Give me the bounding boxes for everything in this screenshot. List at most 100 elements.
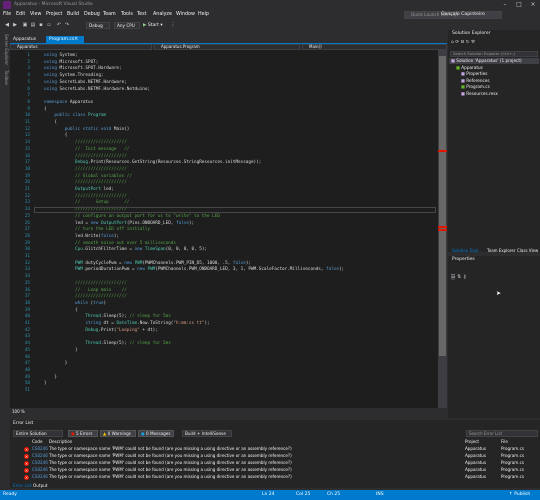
- error-row[interactable]: × CS0246 The type or namespace name 'PWM' …: [10, 453, 536, 459]
- code-line[interactable]: 39 {: [10, 308, 438, 314]
- tree-item[interactable]: ■ Solution 'Apparatus' (1 project): [449, 58, 539, 64]
- menu-help[interactable]: Help: [198, 12, 209, 17]
- code-line[interactable]: 41 string dt = DateTime.Now.ToString("h:…: [10, 321, 438, 327]
- alphabetical-icon[interactable]: ⇅: [457, 274, 461, 280]
- back-icon[interactable]: ◀: [4, 22, 10, 28]
- tree-item[interactable]: ■ References: [449, 78, 539, 84]
- error-row[interactable]: × CS0246 The type or namespace name 'PWM' …: [10, 467, 536, 473]
- tab-program-cs[interactable]: Program.cs: [46, 36, 85, 43]
- code-line[interactable]: 32 PWM dutyCyclePwm = new PWM(PWMChannel…: [10, 261, 438, 267]
- menu-test[interactable]: Test: [137, 12, 146, 17]
- code-line[interactable]: 16 ////////////////////: [10, 154, 438, 160]
- save-all-icon[interactable]: ▫: [46, 22, 52, 28]
- error-code[interactable]: CS0246: [32, 467, 48, 473]
- code-line[interactable]: 21 OutputPort led;: [10, 187, 438, 193]
- code-line[interactable]: 33 PWM periodDurationPwm = new PWM(PWMCh…: [10, 267, 438, 273]
- error-row[interactable]: × CS0246 The type or namespace name 'PWM' …: [10, 446, 536, 452]
- toolbox-tab[interactable]: Toolbox: [1, 70, 9, 85]
- code-line[interactable]: 23 // Setup //: [10, 200, 438, 206]
- home-icon[interactable]: ⌂: [451, 40, 454, 45]
- messages-filter-button[interactable]: ● 0 Messages: [138, 430, 174, 437]
- code-line[interactable]: 38 while (true): [10, 301, 438, 307]
- code-line[interactable]: 19 // Global variables //: [10, 174, 438, 180]
- code-line[interactable]: 4 using System.Threading;: [10, 73, 438, 79]
- refresh-icon[interactable]: ↻: [466, 40, 470, 45]
- code-line[interactable]: 34: [10, 274, 438, 280]
- code-line[interactable]: 26 led = new OutputPort(Pins.ONBOARD_LED…: [10, 221, 438, 227]
- code-line[interactable]: 48: [10, 368, 438, 374]
- code-line[interactable]: 5 using SecretLabs.NETMF.Hardware;: [10, 80, 438, 86]
- code-line[interactable]: 36 // Loop main //: [10, 288, 438, 294]
- save-icon[interactable]: ▪: [38, 22, 44, 28]
- code-line[interactable]: 46: [10, 355, 438, 361]
- error-code[interactable]: CS0246: [32, 460, 48, 466]
- code-line[interactable]: 27 // turn the LED off initially: [10, 227, 438, 233]
- undo-icon[interactable]: ↶: [56, 22, 62, 28]
- menu-analyze[interactable]: Analyze: [153, 12, 172, 17]
- code-line[interactable]: 1 using System;: [10, 53, 438, 59]
- code-line[interactable]: 44 Thread.Sleep(5); // sleep for 5ms: [10, 341, 438, 347]
- configuration-select[interactable]: Debug: [86, 21, 110, 29]
- error-row[interactable]: × CS0246 The type or namespace name 'PWM' …: [10, 460, 536, 466]
- menu-project[interactable]: Project: [46, 12, 62, 17]
- start-button[interactable]: ▶ Start ▾: [143, 22, 163, 29]
- column-file[interactable]: File: [501, 439, 508, 445]
- sync-icon[interactable]: ⟳: [455, 40, 459, 45]
- toolbar-extra-icon[interactable]: ⋮: [170, 22, 176, 28]
- open-icon[interactable]: ▤: [30, 22, 36, 28]
- code-line[interactable]: 3 using Microsoft.SPOT.Hardware;: [10, 66, 438, 72]
- code-line[interactable]: 30 Cpu.GlitchFilterTime = new TimeSpan(0…: [10, 247, 438, 253]
- publish-button[interactable]: ↑ Publish: [509, 490, 530, 500]
- menu-edit[interactable]: Edit: [16, 12, 25, 17]
- code-line[interactable]: 2 using Microsoft.SPOT;: [10, 60, 438, 66]
- tab-solution-explorer[interactable]: Solution Expl...: [452, 248, 482, 254]
- tree-item[interactable]: ■ Program.cs: [449, 84, 539, 90]
- tab-output[interactable]: Output: [33, 483, 48, 488]
- redo-icon[interactable]: ↷: [64, 22, 70, 28]
- code-line[interactable]: 45 }: [10, 348, 438, 354]
- menu-file[interactable]: File: [3, 12, 11, 17]
- error-code[interactable]: CS0246: [32, 446, 48, 452]
- code-line[interactable]: 20 ////////////////////: [10, 180, 438, 186]
- errors-filter-button[interactable]: ● 5 Errors: [68, 430, 98, 437]
- error-row[interactable]: × CS0246 The type or namespace name 'PWM' …: [10, 474, 536, 480]
- close-icon[interactable]: ×: [526, 0, 540, 10]
- code-line[interactable]: 40 Thread.Sleep(5); // sleep for 5ms: [10, 314, 438, 320]
- maximize-icon[interactable]: □: [512, 0, 526, 10]
- code-line[interactable]: 9{: [10, 107, 438, 113]
- menu-window[interactable]: Window: [176, 12, 195, 17]
- code-line[interactable]: 13 {: [10, 133, 438, 139]
- categorized-icon[interactable]: ☷: [451, 274, 456, 280]
- platform-select[interactable]: Any CPU: [114, 21, 140, 29]
- zoom-level[interactable]: 100 %: [12, 408, 25, 415]
- error-search-input[interactable]: Search Error List: [466, 430, 538, 437]
- code-line[interactable]: 31: [10, 254, 438, 260]
- solution-search-input[interactable]: Search Solution Explorer (Ctrl+;): [450, 51, 538, 57]
- code-line[interactable]: 37 ////////////////////: [10, 294, 438, 300]
- tree-item[interactable]: ■ Properties: [449, 71, 539, 77]
- code-line[interactable]: 35 ////////////////////: [10, 281, 438, 287]
- new-project-icon[interactable]: ▣: [22, 22, 28, 28]
- code-line[interactable]: 47 }: [10, 361, 438, 367]
- close-tab-icon[interactable]: ×: [74, 36, 78, 43]
- collapse-icon[interactable]: ⊟: [461, 40, 465, 45]
- code-line[interactable]: 51: [10, 388, 438, 394]
- menu-team[interactable]: Team: [103, 12, 116, 17]
- code-line[interactable]: 15 // Init message //: [10, 147, 438, 153]
- tab-error-list[interactable]: Error List: [13, 483, 32, 488]
- warnings-filter-button[interactable]: ▲ 0 Warnings: [100, 430, 136, 437]
- code-line[interactable]: 25 // configure an output port for us to…: [10, 214, 438, 220]
- code-line[interactable]: 8 namespace Apparatus: [10, 100, 438, 106]
- code-line[interactable]: 22 ////////////////////: [10, 194, 438, 200]
- user-name[interactable]: Gonçalo Capinteiro: [441, 12, 485, 17]
- code-line[interactable]: 49 }: [10, 375, 438, 381]
- tab-team-explorer[interactable]: Team Explorer: [487, 248, 516, 254]
- code-line[interactable]: 14 ////////////////////: [10, 140, 438, 146]
- server-explorer-tab[interactable]: Server Explorer: [1, 34, 9, 65]
- forward-icon[interactable]: ▶: [12, 22, 18, 28]
- code-line[interactable]: 29 // smooth noise out over 5 millisecon…: [10, 241, 438, 247]
- column-description[interactable]: Description: [49, 439, 72, 445]
- code-line[interactable]: 12 public static void Main(): [10, 127, 438, 133]
- menu-build[interactable]: Build: [67, 12, 79, 17]
- error-scope-select[interactable]: Entire Solution: [13, 430, 63, 437]
